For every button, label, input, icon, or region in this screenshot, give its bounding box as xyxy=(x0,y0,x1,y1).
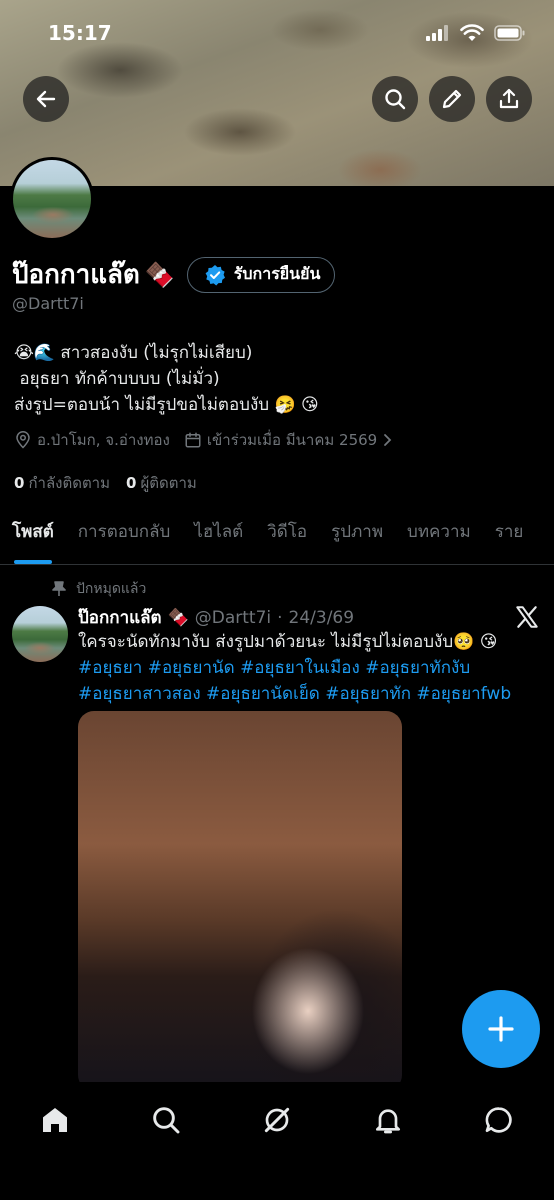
post-hashtags[interactable]: #อยุธยา #อยุธยานัด #อยุธยาในเมือง #อยุธย… xyxy=(78,655,538,707)
following-label: กำลังติดตาม xyxy=(28,474,110,492)
post-author-name[interactable]: ป๊อกกาแล๊ต xyxy=(78,604,162,631)
display-name-text: ป๊อกกาแล๊ต xyxy=(12,260,140,290)
nav-messages[interactable] xyxy=(469,1100,529,1140)
status-time: 15:17 xyxy=(48,21,112,45)
home-icon xyxy=(43,1108,68,1132)
tab-videos[interactable]: วิดีโอ xyxy=(255,508,319,564)
tab-posts[interactable]: โพสต์ xyxy=(0,508,66,564)
followers-link[interactable]: 0 ผู้ติดตาม xyxy=(126,471,197,495)
tab-replies[interactable]: การตอบกลับ xyxy=(66,508,183,564)
nav-grok[interactable] xyxy=(247,1100,307,1140)
profile-avatar[interactable] xyxy=(10,157,94,241)
verify-label: รับการยืนยัน xyxy=(233,264,321,283)
location-item: อ.ป่าโมก, จ.อ่างทอง xyxy=(14,428,170,452)
bell-icon xyxy=(375,1109,400,1134)
following-link[interactable]: 0 กำลังติดตาม xyxy=(14,471,110,495)
arrow-left-icon xyxy=(36,90,56,108)
location-text: อ.ป่าโมก, จ.อ่างทอง xyxy=(37,431,170,449)
chevron-right-icon xyxy=(384,434,392,446)
search-button[interactable] xyxy=(372,76,418,122)
profile-handle: @Dartt7i xyxy=(12,294,84,313)
post-author-avatar[interactable] xyxy=(12,606,68,662)
bio-line: อยุธยา ทักค้าบบบบ (ไม่มั่ว) xyxy=(14,369,220,389)
post-text: ใครจะนัดทักมางับ ส่งรูปมาด้วยนะ ไม่มีรูป… xyxy=(78,632,498,652)
tab-lists[interactable]: ราย xyxy=(483,508,536,564)
signal-icon xyxy=(426,25,448,41)
followers-count: 0 xyxy=(126,474,137,492)
bottom-nav xyxy=(0,1082,554,1200)
messages-icon xyxy=(485,1107,512,1133)
post-date[interactable]: 24/3/69 xyxy=(289,608,355,628)
joined-item[interactable]: เข้าร่วมเมื่อ มีนาคม 2569 xyxy=(184,428,394,452)
verified-badge-icon xyxy=(205,264,225,285)
post-header: ป๊อกกาแล๊ต 🍫 @Dartt7i · 24/3/69 xyxy=(78,604,354,631)
name-row: ป๊อกกาแล๊ต 🍫 รับการยืนยัน xyxy=(12,254,336,295)
share-button[interactable] xyxy=(486,76,532,122)
follow-counts: 0 กำลังติดตาม 0 ผู้ติดตาม xyxy=(14,471,197,495)
name-emoji: 🍫 xyxy=(144,261,175,289)
tab-highlights[interactable]: ไฮไลต์ xyxy=(182,508,255,564)
get-verified-button[interactable]: รับการยืนยัน xyxy=(186,256,336,293)
bio-line: ส่งรูป=ตอบน้า ไม่มีรูปขอไม่ตอบงับ 🤧 😘 xyxy=(14,395,319,415)
share-icon xyxy=(499,88,519,109)
wifi-icon xyxy=(460,24,484,41)
plus-icon xyxy=(488,1016,514,1042)
x-logo-icon[interactable] xyxy=(514,604,540,630)
following-count: 0 xyxy=(14,474,25,492)
calendar-icon xyxy=(185,432,201,448)
location-pin-icon xyxy=(16,431,30,449)
joined-text: เข้าร่วมเมื่อ มีนาคม 2569 xyxy=(206,431,378,449)
status-bar: 15:17 xyxy=(0,0,554,66)
pinned-indicator: ปักหมุดแล้ว xyxy=(52,578,146,600)
post-separator: · xyxy=(277,607,283,628)
back-button[interactable] xyxy=(23,76,69,122)
profile-meta: อ.ป่าโมก, จ.อ่างทอง เข้าร่วมเมื่อ มีนาคม… xyxy=(14,428,394,452)
nav-home[interactable] xyxy=(25,1100,85,1140)
post-media[interactable] xyxy=(78,711,402,1091)
pin-icon xyxy=(52,581,66,596)
pinned-label: ปักหมุดแล้ว xyxy=(76,581,147,597)
post-author-handle[interactable]: @Dartt7i xyxy=(195,608,271,628)
nav-notifications[interactable] xyxy=(358,1100,418,1140)
bio-line: 😭🌊 สาวสองงับ (ไม่รุกไม่เสียบ) xyxy=(14,343,253,363)
avatar-image xyxy=(13,160,91,238)
profile-bio: 😭🌊 สาวสองงับ (ไม่รุกไม่เสียบ) อยุธยา ทัก… xyxy=(14,340,319,418)
grok-icon xyxy=(264,1107,290,1133)
pencil-icon xyxy=(442,89,462,109)
compose-button[interactable] xyxy=(462,990,540,1068)
edit-button[interactable] xyxy=(429,76,475,122)
search-icon xyxy=(385,89,406,110)
followers-label: ผู้ติดตาม xyxy=(140,474,197,492)
profile-tabs: โพสต์ การตอบกลับ ไฮไลต์ วิดีโอ รูปภาพ บท… xyxy=(0,508,554,565)
search-icon xyxy=(153,1107,180,1134)
nav-search[interactable] xyxy=(136,1100,196,1140)
post-body: ใครจะนัดทักมางับ ส่งรูปมาด้วยนะ ไม่มีรูป… xyxy=(78,629,538,707)
tab-photos[interactable]: รูปภาพ xyxy=(319,508,395,564)
battery-icon xyxy=(494,25,525,41)
display-name: ป๊อกกาแล๊ต 🍫 xyxy=(12,254,175,295)
tab-articles[interactable]: บทความ xyxy=(395,508,483,564)
status-icons xyxy=(426,24,526,42)
post-author-emoji: 🍫 xyxy=(167,607,189,628)
